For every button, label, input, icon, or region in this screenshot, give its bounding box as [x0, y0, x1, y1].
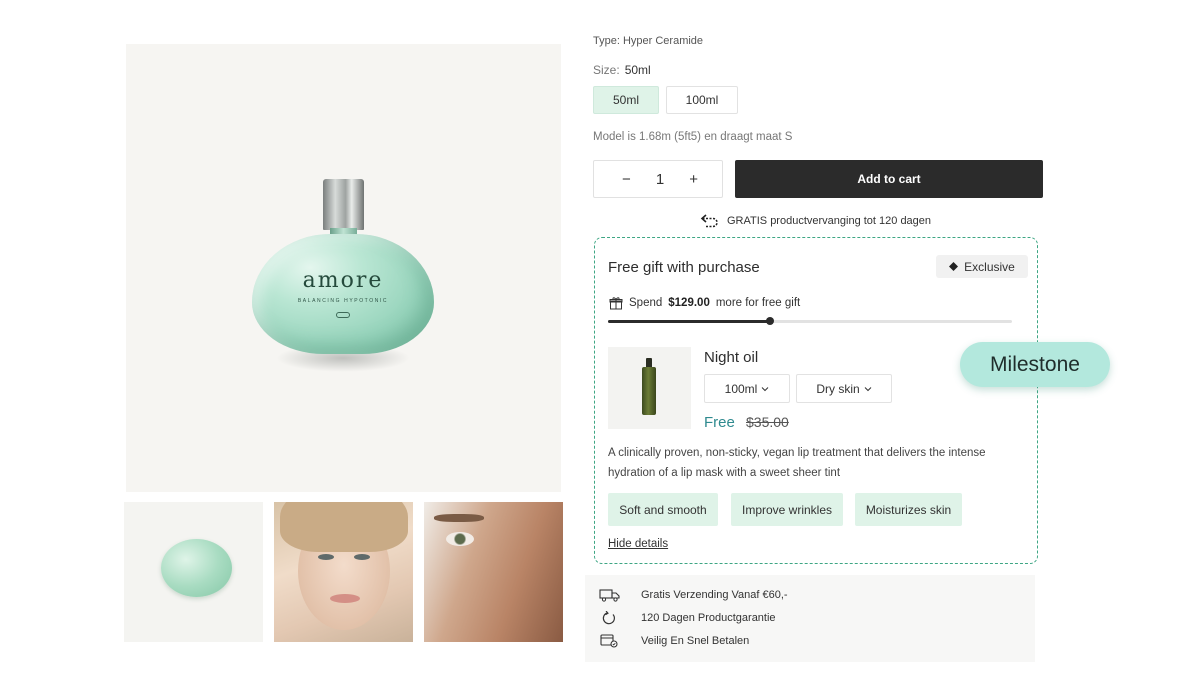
diamond-icon	[949, 262, 959, 271]
qty-value[interactable]: 1	[656, 171, 664, 188]
gift-size-select[interactable]: 100ml	[704, 374, 790, 403]
qty-decrease-button[interactable]: −	[622, 171, 631, 188]
gift-title: Free gift with purchase	[608, 259, 760, 276]
product-type-label: Type: Hyper Ceramide	[593, 35, 704, 47]
closeup-brow	[434, 514, 484, 522]
perfume-bottle: amore BALANCING HYPOTONIC	[252, 234, 434, 354]
chevron-down-icon	[864, 386, 872, 391]
usp-payment-text: Veilig En Snel Betalen	[641, 635, 750, 647]
benefit-tag: Soft and smooth	[608, 493, 718, 526]
gift-product-name: Night oil	[704, 349, 759, 366]
bottle-cap	[323, 179, 364, 230]
gift-icon	[609, 297, 623, 310]
usp-guarantee-text: 120 Dagen Productgarantie	[641, 612, 776, 624]
qty-increase-button[interactable]: +	[689, 171, 698, 188]
gift-progress-knob	[765, 317, 774, 325]
spend-suffix: more for free gift	[715, 297, 801, 309]
exclusive-badge: Exclusive	[936, 255, 1028, 278]
serum-drop	[161, 539, 232, 597]
model-eye-right	[354, 554, 370, 560]
usp-panel: Gratis Verzending Vanaf €60,- 120 Dagen …	[585, 575, 1035, 662]
model-hair	[280, 502, 408, 552]
usp-guarantee: 120 Dagen Productgarantie	[599, 611, 776, 625]
free-gift-panel: Free gift with purchase Exclusive Spend $…	[594, 237, 1038, 564]
truck-icon	[599, 589, 620, 602]
hide-details-link[interactable]: Hide details	[608, 538, 668, 550]
usp-shipping-text: Gratis Verzending Vanaf €60,-	[641, 589, 788, 601]
secure-payment-icon	[600, 634, 618, 648]
gift-skin-value: Dry skin	[816, 381, 860, 396]
size-option-50ml[interactable]: 50ml	[593, 86, 659, 114]
gift-price-free: Free	[704, 414, 735, 431]
milestone-badge: Milestone	[960, 342, 1110, 387]
usp-payment: Veilig En Snel Betalen	[599, 634, 749, 648]
gift-size-value: 100ml	[724, 381, 758, 396]
chevron-down-icon	[761, 386, 769, 391]
night-oil-bottle	[642, 358, 656, 415]
spend-message: Spend $129.00 more for free gift	[609, 296, 800, 310]
size-option-100ml[interactable]: 100ml	[666, 86, 738, 114]
gift-progress-bar	[608, 317, 1012, 325]
spend-prefix: Spend	[629, 297, 663, 309]
benefit-tag: Moisturizes skin	[855, 493, 962, 526]
size-selected-value: 50ml	[624, 63, 651, 77]
replacement-note: GRATIS productvervanging tot 120 dagen	[700, 213, 931, 229]
usp-shipping: Gratis Verzending Vanaf €60,-	[599, 588, 788, 602]
gift-skin-select[interactable]: Dry skin	[796, 374, 892, 403]
model-size-note: Model is 1.68m (5ft5) en draagt maat S	[593, 131, 793, 143]
closeup-eye	[446, 532, 474, 546]
size-label-text: Size:	[593, 63, 620, 77]
thumbnail-serum-drop[interactable]	[124, 502, 263, 642]
quantity-stepper: − 1 +	[593, 160, 723, 198]
thumbnail-model-portrait[interactable]	[274, 502, 413, 642]
size-label: Size: 50ml	[593, 63, 651, 77]
main-product-image[interactable]: amore BALANCING HYPOTONIC	[126, 44, 561, 492]
refresh-icon	[602, 611, 615, 625]
add-to-cart-button[interactable]: Add to cart	[735, 160, 1043, 198]
bottle-brand: amore	[302, 268, 384, 293]
bottle-subtitle: BALANCING HYPOTONIC	[297, 298, 389, 304]
gift-product-image[interactable]	[608, 347, 691, 429]
spend-amount: $129.00	[668, 297, 710, 309]
model-eye-left	[318, 554, 334, 560]
bottle-volume-mark	[336, 312, 350, 318]
model-lips	[330, 594, 360, 603]
gift-old-price: $35.00	[746, 414, 789, 430]
thumbnail-skin-closeup[interactable]	[424, 502, 563, 642]
exclusive-label: Exclusive	[964, 259, 1015, 274]
benefit-tag: Improve wrinkles	[731, 493, 843, 526]
return-icon	[700, 214, 718, 228]
replacement-text: GRATIS productvervanging tot 120 dagen	[727, 215, 932, 227]
gift-description: A clinically proven, non-sticky, vegan l…	[608, 447, 986, 479]
gift-progress-fill	[608, 320, 770, 323]
